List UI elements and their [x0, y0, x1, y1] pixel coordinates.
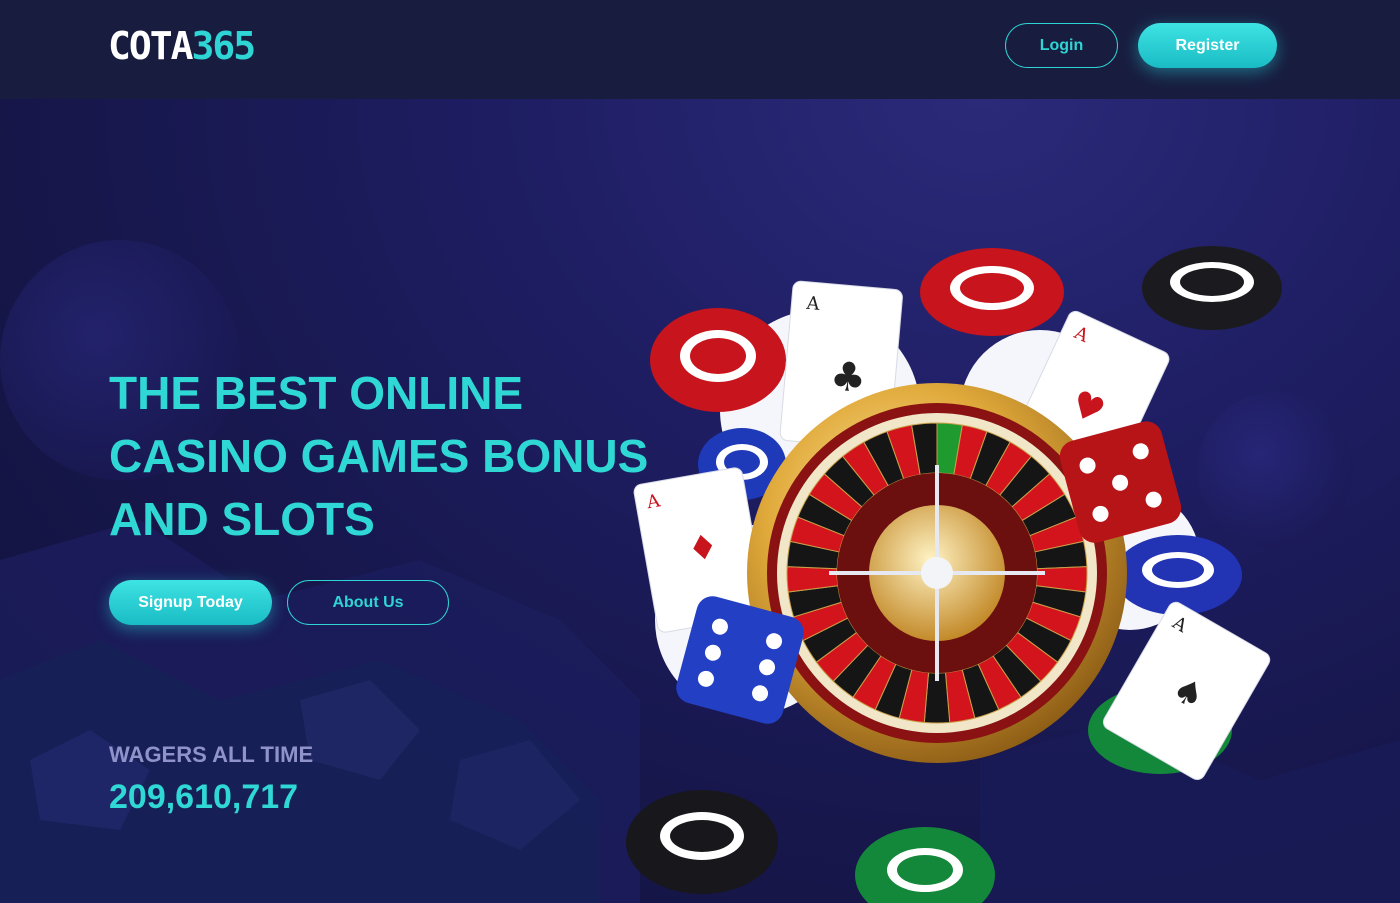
hero-headline: THE BEST ONLINE CASINO GAMES BONUS AND S…: [109, 367, 649, 545]
logo[interactable]: COTA365: [108, 24, 257, 68]
chip-red-left: [650, 308, 786, 412]
logo-text: COTA: [108, 24, 194, 68]
roulette-wheel: [747, 383, 1127, 763]
about-us-button[interactable]: About Us: [287, 580, 449, 625]
register-button[interactable]: Register: [1138, 23, 1277, 68]
site-header: COTA365 Login Register: [0, 0, 1400, 99]
svg-text:♣: ♣: [828, 353, 868, 402]
chip-black-bottom: [626, 790, 778, 894]
chip-green-bottom: [855, 827, 995, 903]
casino-illustration: A ♣ A ♥ A ♦ A ♠: [626, 246, 1282, 903]
wagers-label: WAGERS ALL TIME: [109, 742, 314, 767]
chip-black-top: [1142, 246, 1282, 330]
chip-red-top: [920, 248, 1064, 336]
login-button[interactable]: Login: [1005, 23, 1118, 68]
logo-number: 365: [191, 24, 257, 68]
wagers-value: 209,610,717: [109, 778, 299, 816]
signup-button[interactable]: Signup Today: [109, 580, 272, 625]
